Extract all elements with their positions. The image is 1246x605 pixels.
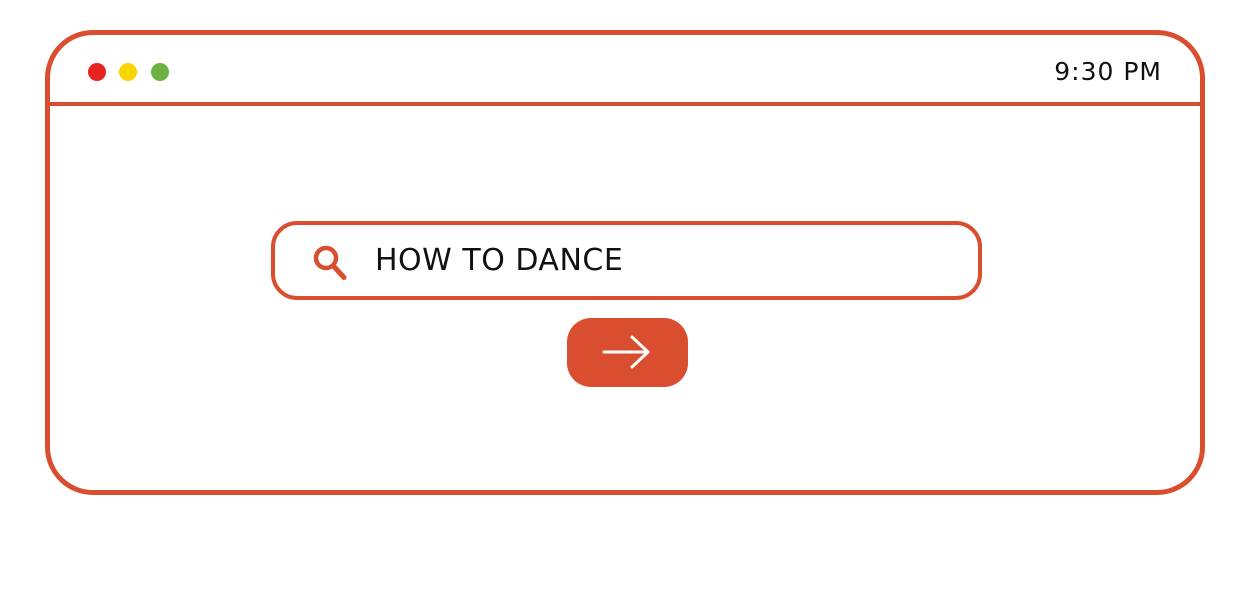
close-window-dot[interactable]: [88, 63, 106, 81]
title-bar: 9:30 PM: [50, 35, 1200, 106]
search-query-text: HOW TO DANCE: [375, 243, 624, 278]
search-icon: [311, 243, 351, 283]
arrow-right-icon: [602, 335, 650, 369]
browser-window: 9:30 PM HOW TO DANCE: [45, 30, 1205, 495]
search-input[interactable]: HOW TO DANCE: [271, 221, 982, 300]
search-submit-button[interactable]: [567, 318, 688, 387]
maximize-window-dot[interactable]: [151, 63, 169, 81]
minimize-window-dot[interactable]: [119, 63, 137, 81]
clock-time: 9:30 PM: [1054, 57, 1162, 86]
